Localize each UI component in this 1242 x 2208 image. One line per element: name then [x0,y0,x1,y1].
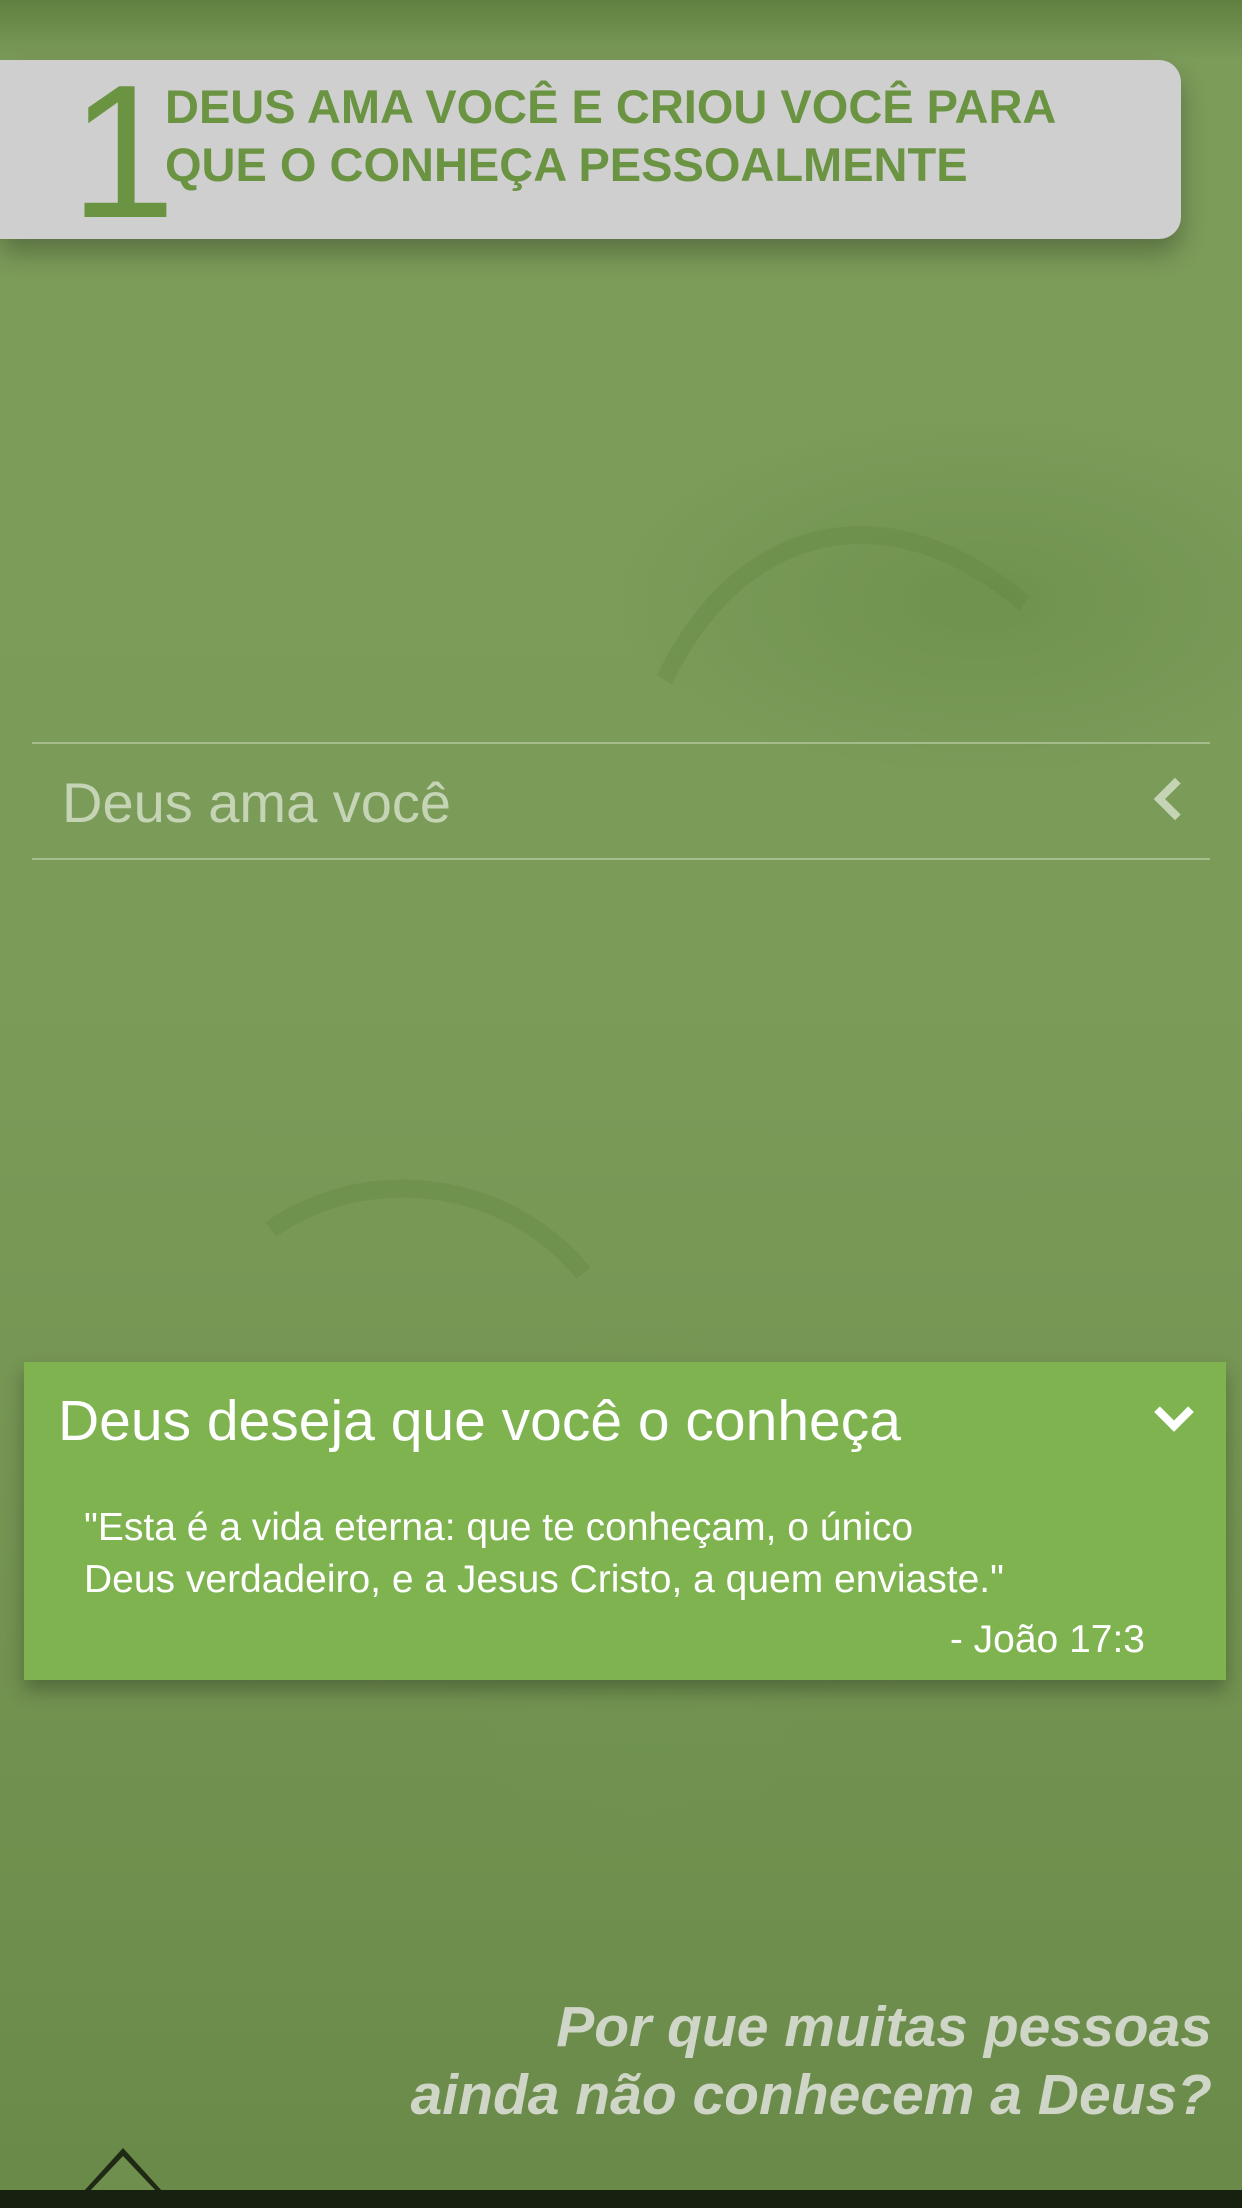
chevron-left-icon [1153,777,1197,821]
step-number: 1 [70,46,176,258]
bible-quote: "Esta é a vida eterna: que te conheçam, … [84,1506,1004,1601]
expanded-section-card[interactable]: Deus deseja que você o conheça "Esta é a… [24,1362,1226,1680]
section-toggle-deus-ama-voce[interactable]: Deus ama você [32,742,1210,860]
up-arrow-icon-inner [89,2156,157,2192]
next-step-question[interactable]: Por que muitas pessoas ainda não conhece… [212,1993,1212,2129]
bible-reference: - João 17:3 [949,1618,1145,1661]
card-title: Deus deseja que você o conheça [58,1389,901,1453]
chevron-down-icon[interactable] [1154,1392,1194,1432]
bottom-bar [0,2190,1242,2208]
step-title: DEUS AMA VOCÊ E CRIOU VOCÊ PARA QUE O CO… [165,80,1057,191]
section-label: Deus ama você [62,771,452,834]
